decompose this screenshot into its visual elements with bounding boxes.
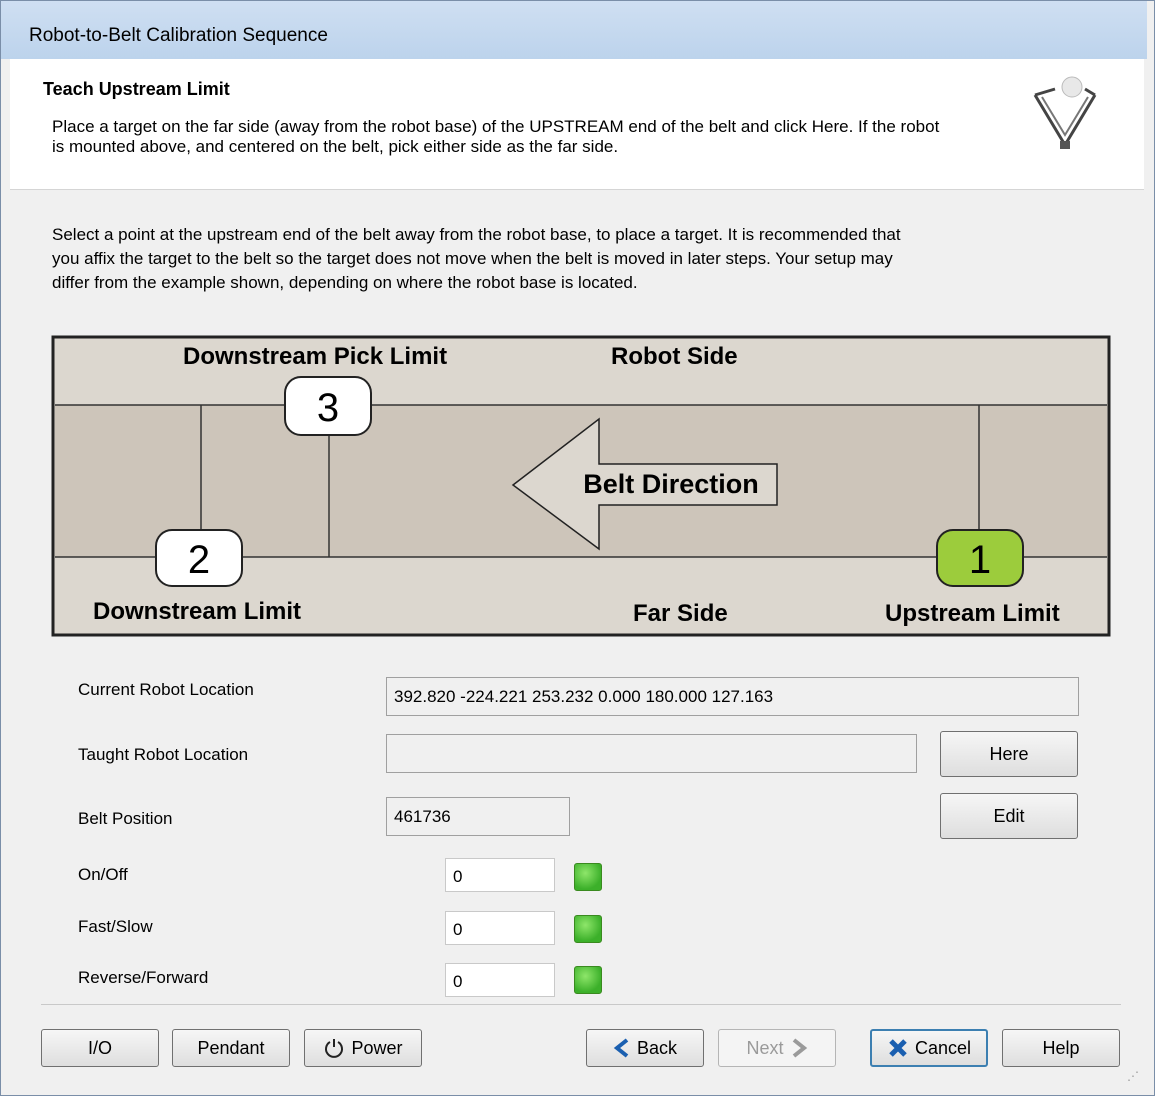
cancel-button[interactable]: Cancel xyxy=(870,1029,988,1067)
next-button-label: Next xyxy=(746,1037,784,1058)
footer-divider xyxy=(41,1004,1121,1005)
pendant-button-label: Pendant xyxy=(197,1037,265,1058)
reverse-forward-indicator xyxy=(574,966,602,994)
fast-slow-input[interactable]: 0 xyxy=(445,911,555,945)
taught-location-label: Taught Robot Location xyxy=(78,745,249,764)
taught-location-field xyxy=(386,734,917,773)
window-title: Robot-to-Belt Calibration Sequence xyxy=(29,25,328,46)
edit-button[interactable]: Edit xyxy=(940,793,1078,839)
downstream-pick-limit-label: Downstream Pick Limit xyxy=(183,343,447,370)
io-button[interactable]: I/O xyxy=(41,1029,159,1067)
belt-direction-label: Belt Direction xyxy=(583,469,759,499)
back-button[interactable]: Back xyxy=(586,1029,704,1067)
next-button[interactable]: Next xyxy=(718,1029,836,1067)
on-off-input[interactable]: 0 xyxy=(445,858,555,892)
next-arrow-icon xyxy=(792,1038,807,1058)
fast-slow-indicator xyxy=(574,915,602,943)
help-button-label: Help xyxy=(1042,1037,1080,1058)
delta-robot-icon xyxy=(1033,76,1097,149)
pendant-button[interactable]: Pendant xyxy=(172,1029,290,1067)
cancel-x-icon xyxy=(889,1039,907,1057)
far-side-label: Far Side xyxy=(633,600,728,627)
upstream-limit-label: Upstream Limit xyxy=(885,600,1060,627)
downstream-limit-label: Downstream Limit xyxy=(93,598,301,625)
step-title: Teach Upstream Limit xyxy=(43,79,230,99)
belt-diagram: Belt Direction Downstream Pick Limit Rob… xyxy=(51,335,1111,637)
marker-2: 2 xyxy=(155,529,243,587)
fast-slow-label: Fast/Slow xyxy=(78,917,153,936)
back-arrow-icon xyxy=(613,1038,629,1058)
belt-position-label: Belt Position xyxy=(78,809,173,828)
wizard-header: Teach Upstream Limit Place a target on t… xyxy=(10,59,1144,190)
title-bar[interactable]: Robot-to-Belt Calibration Sequence xyxy=(1,1,1147,59)
svg-text:1: 1 xyxy=(969,538,991,582)
belt-position-field: 461736 xyxy=(386,797,570,836)
help-button[interactable]: Help xyxy=(1002,1029,1120,1067)
reverse-forward-label: Reverse/Forward xyxy=(78,968,209,987)
io-button-label: I/O xyxy=(87,1037,112,1058)
svg-text:2: 2 xyxy=(188,538,210,582)
cancel-button-label: Cancel xyxy=(914,1037,972,1058)
instructions-text: Select a point at the upstream end of th… xyxy=(52,225,901,292)
reverse-forward-input[interactable]: 0 xyxy=(445,963,555,997)
step-description: Place a target on the far side (away fro… xyxy=(52,117,940,156)
on-off-indicator xyxy=(574,863,602,891)
power-icon xyxy=(325,1039,344,1058)
calibration-window: Robot-to-Belt Calibration Sequence Teach… xyxy=(0,0,1155,1096)
robot-side-label: Robot Side xyxy=(611,343,738,370)
resize-grip-icon[interactable]: ⋰ xyxy=(1127,1069,1139,1083)
on-off-label: On/Off xyxy=(78,865,128,884)
power-button[interactable]: Power xyxy=(304,1029,422,1067)
back-button-label: Back xyxy=(636,1037,678,1058)
current-location-field: 392.820 -224.221 253.232 0.000 180.000 1… xyxy=(386,677,1079,716)
marker-3: 3 xyxy=(284,376,372,436)
here-button[interactable]: Here xyxy=(940,731,1078,777)
marker-1-highlighted: 1 xyxy=(936,529,1024,587)
svg-text:3: 3 xyxy=(317,386,339,430)
current-location-label: Current Robot Location xyxy=(78,680,254,699)
power-button-label: Power xyxy=(351,1037,403,1058)
